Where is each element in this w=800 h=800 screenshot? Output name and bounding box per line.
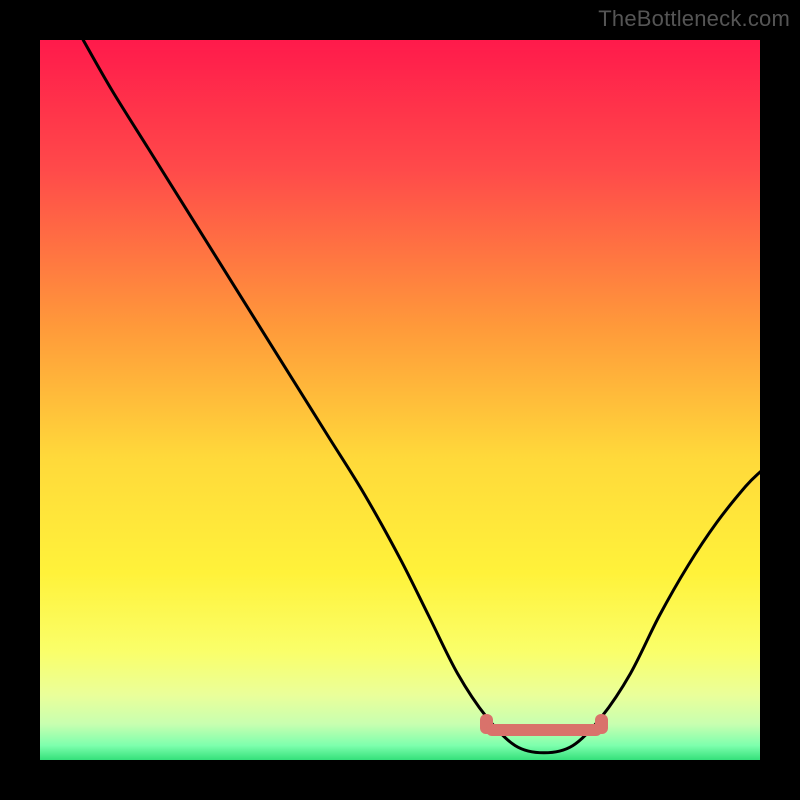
optimal-range-bar bbox=[486, 724, 601, 736]
background-gradient bbox=[40, 40, 760, 760]
watermark-text: TheBottleneck.com bbox=[598, 6, 790, 32]
plot-area bbox=[40, 40, 760, 760]
optimal-range-end-marker bbox=[595, 714, 608, 734]
chart-frame: TheBottleneck.com bbox=[0, 0, 800, 800]
